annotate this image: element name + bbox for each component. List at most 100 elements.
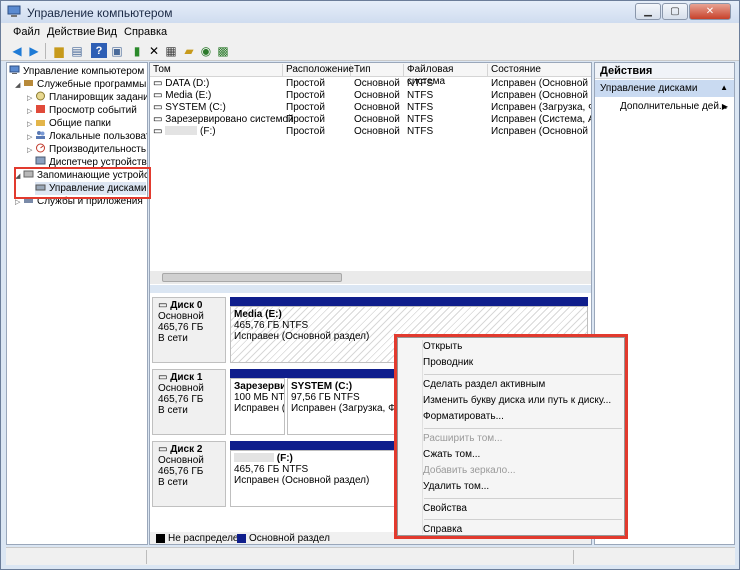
ctx-mark-active[interactable]: Сделать раздел активным (423, 379, 545, 390)
tree-item-local-users[interactable]: ▷ Локальные пользовате (27, 130, 147, 143)
col-status[interactable]: Состояние (488, 64, 591, 77)
menu-action[interactable]: Действие (47, 26, 95, 38)
col-filesystem[interactable]: Файловая система (404, 64, 488, 87)
context-menu: Открыть Проводник Сделать раздел активны… (394, 334, 628, 539)
pane-splitter[interactable] (150, 285, 591, 293)
table-row[interactable]: ▭ DATA (D:) Простой Основной NTFS Исправ… (150, 78, 591, 90)
computer-management-icon (7, 5, 21, 17)
device-manager-icon (35, 156, 46, 165)
ctx-shrink[interactable]: Сжать том... (423, 449, 480, 460)
open-folder-icon[interactable]: ▰ (181, 43, 197, 58)
partition-reserved[interactable]: Зарезерви 100 МБ NTF Исправен ( (230, 378, 285, 435)
table-row[interactable]: ▭ SYSTEM (C:) Простой Основной NTFS Испр… (150, 102, 591, 114)
volume-icon: ▭ (153, 78, 163, 89)
col-layout[interactable]: Расположение (283, 64, 354, 77)
shared-folder-icon (36, 120, 45, 126)
up-folder-icon[interactable]: ▆ (51, 43, 67, 58)
collapse-icon[interactable]: ◢ (15, 79, 23, 92)
legend-swatch-primary (237, 534, 246, 543)
users-icon (36, 131, 45, 139)
table-row[interactable]: ▭ Media (E:) Простой Основной NTFS Испра… (150, 90, 591, 102)
menu-bar: Файл Действие Вид Справка (1, 23, 739, 41)
col-volume[interactable]: Том (150, 64, 283, 77)
tree-item-scheduler[interactable]: ▷ Планировщик заданий (27, 91, 147, 104)
disk-icon: ▭ (158, 300, 168, 311)
show-hide-tree-icon[interactable]: ▤ (69, 43, 85, 58)
actions-section-disk-management[interactable]: Управление дисками ▲ (595, 80, 734, 97)
blurred-label (234, 453, 274, 462)
volume-table-header: Том Расположение Тип Файловая система Со… (150, 63, 591, 87)
toolbar: ◀ ▶ ▆ ▤ ? ▣ ▮ ✕ ▦ ▰ ◉ ▩ (1, 41, 739, 61)
services-icon (24, 197, 33, 203)
collapse-up-icon[interactable]: ▲ (720, 83, 728, 92)
ctx-open[interactable]: Открыть (423, 341, 462, 352)
close-button[interactable]: ✕ (689, 3, 731, 20)
expand-icon[interactable]: ▷ (27, 144, 35, 157)
actions-more-link[interactable]: Дополнительные дей... (620, 101, 727, 112)
col-type[interactable]: Тип (351, 64, 404, 77)
ctx-change-letter[interactable]: Изменить букву диска или путь к диску... (423, 395, 611, 406)
legend-swatch-unallocated (156, 534, 165, 543)
tree-item-performance[interactable]: ▷ Производительность (27, 143, 146, 156)
disk-1-label[interactable]: ▭ Диск 1 Основной 465,76 ГБ В сети (152, 369, 226, 435)
storage-icon (23, 170, 34, 178)
disk-settings-icon[interactable]: ▩ (215, 43, 231, 58)
properties-icon[interactable]: ▦ (163, 43, 179, 58)
tree-item-utilities[interactable]: ◢ Служебные программы (15, 78, 146, 91)
collapse-icon[interactable]: ◢ (15, 170, 23, 183)
actions-title: Действия (595, 63, 734, 79)
minimize-icon: ▁ (644, 6, 652, 17)
status-bar (6, 547, 735, 565)
forward-arrow-icon[interactable]: ▶ (26, 43, 42, 58)
disk-icon: ▭ (158, 372, 168, 383)
tree-root[interactable]: Управление компьютером (л (9, 65, 147, 78)
disk-2-label[interactable]: ▭ Диск 2 Основной 465,76 ГБ В сети (152, 441, 226, 507)
volume-icon: ▭ (153, 102, 163, 113)
back-arrow-icon[interactable]: ◀ (9, 43, 25, 58)
ctx-extend: Расширить том... (423, 433, 503, 444)
close-icon: ✕ (705, 6, 715, 17)
ctx-format[interactable]: Форматировать... (423, 411, 504, 422)
table-row[interactable]: ▭ Зарезервировано системой Простой Основ… (150, 114, 591, 126)
console-tree: Управление компьютером (л ◢ Служебные про… (6, 62, 148, 545)
expand-icon[interactable]: ▷ (15, 196, 23, 209)
tree-item-storage[interactable]: ◢ Запоминающие устройст (15, 169, 147, 183)
computer-icon (9, 65, 20, 74)
clock-icon (36, 91, 45, 101)
maximize-icon: ▢ (670, 6, 680, 17)
menu-file[interactable]: Файл (13, 26, 40, 38)
ctx-explorer[interactable]: Проводник (423, 357, 473, 368)
delete-icon[interactable]: ✕ (146, 43, 162, 58)
ctx-delete[interactable]: Удалить том... (423, 481, 489, 492)
maximize-button[interactable]: ▢ (662, 3, 688, 20)
performance-icon (36, 143, 45, 153)
title-bar[interactable]: Управление компьютером ▁ ▢ ✕ (1, 1, 739, 23)
scrollbar-thumb[interactable] (162, 273, 342, 282)
disk-0-label[interactable]: ▭ Диск 0 Основной 465,76 ГБ В сети (152, 297, 226, 363)
tree-item-event-viewer[interactable]: ▷ Просмотр событий (27, 104, 137, 117)
volume-icon: ▭ (153, 114, 163, 125)
ctx-help[interactable]: Справка (423, 524, 462, 535)
search-disk-icon[interactable]: ◉ (198, 43, 214, 58)
tree-item-device-manager[interactable]: Диспетчер устройств (35, 156, 147, 169)
horizontal-scrollbar[interactable] (150, 271, 591, 284)
console-icon[interactable]: ▣ (109, 43, 125, 58)
ctx-properties[interactable]: Свойства (423, 503, 467, 514)
blurred-label (165, 126, 198, 135)
tools-icon (24, 80, 33, 86)
table-row[interactable]: ▭ (F:) Простой Основной NTFS Исправен (О… (150, 126, 591, 138)
disk-0-partition-bar (230, 297, 588, 306)
tree-item-disk-management[interactable]: Управление дисками (35, 182, 147, 195)
help-icon[interactable]: ? (91, 43, 107, 58)
export-list-icon[interactable]: ▮ (129, 43, 145, 58)
event-log-icon (36, 105, 45, 113)
menu-help[interactable]: Справка (124, 26, 167, 38)
window-title: Управление компьютером (27, 6, 173, 20)
ctx-add-mirror: Добавить зеркало... (423, 465, 516, 476)
menu-view[interactable]: Вид (97, 26, 117, 38)
tree-item-services[interactable]: ▷ Службы и приложения (15, 195, 143, 208)
disk-icon: ▭ (158, 444, 168, 455)
disk-management-icon (35, 184, 46, 191)
minimize-button[interactable]: ▁ (635, 3, 661, 20)
tree-item-shared-folders[interactable]: ▷ Общие папки (27, 117, 111, 130)
